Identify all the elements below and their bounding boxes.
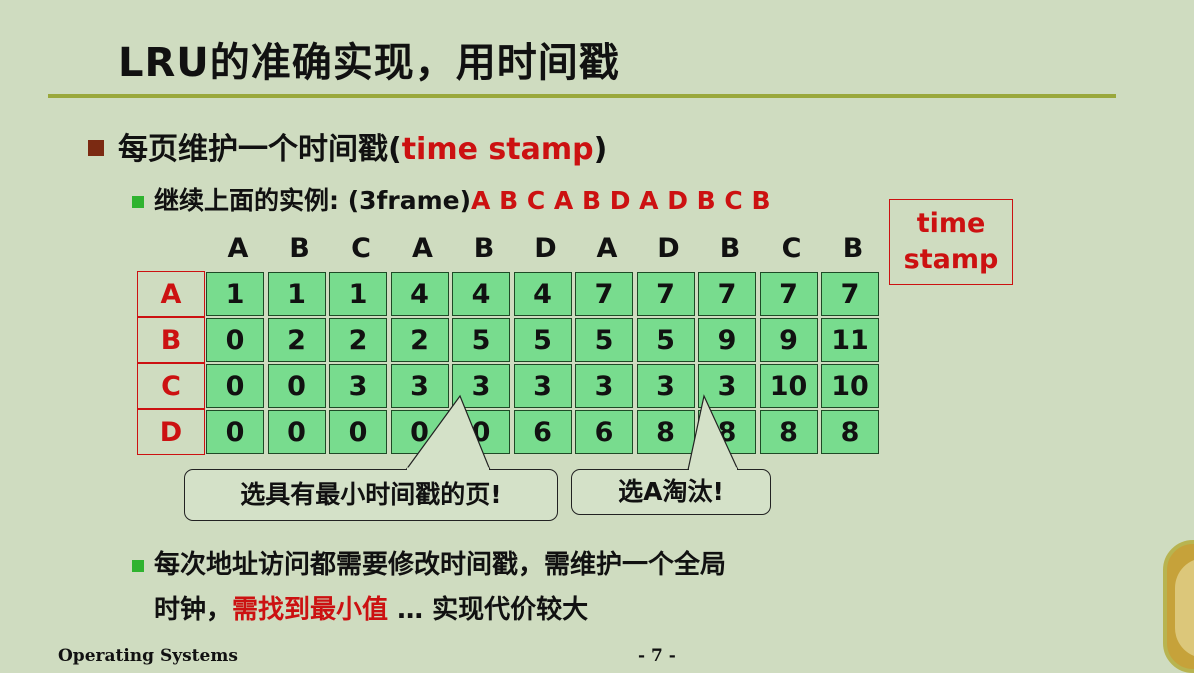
footer-page-number: - 7 -	[638, 646, 676, 666]
bullet-level2-cost: 每次地址访问都需要修改时间戳，需维护一个全局 时钟，需找到最小值 … 实现代价较…	[132, 543, 726, 633]
bullet3-line1-text: 每次地址访问都需要修改时间戳，需维护一个全局	[154, 550, 727, 580]
bullet3-line1: 每次地址访问都需要修改时间戳，需维护一个全局	[132, 543, 726, 588]
bullet3-line2-prefix: 时钟，	[154, 595, 233, 625]
bullet3-line2-suffix: … 实现代价较大	[388, 595, 589, 625]
footer-course-name: Operating Systems	[58, 646, 238, 666]
logo-decoration-icon	[1163, 540, 1194, 673]
bullet3-line2: 时钟，需找到最小值 … 实现代价较大	[132, 588, 726, 633]
bullet3-line2-red: 需找到最小值	[232, 595, 389, 625]
green-square-bullet-icon	[132, 559, 144, 572]
